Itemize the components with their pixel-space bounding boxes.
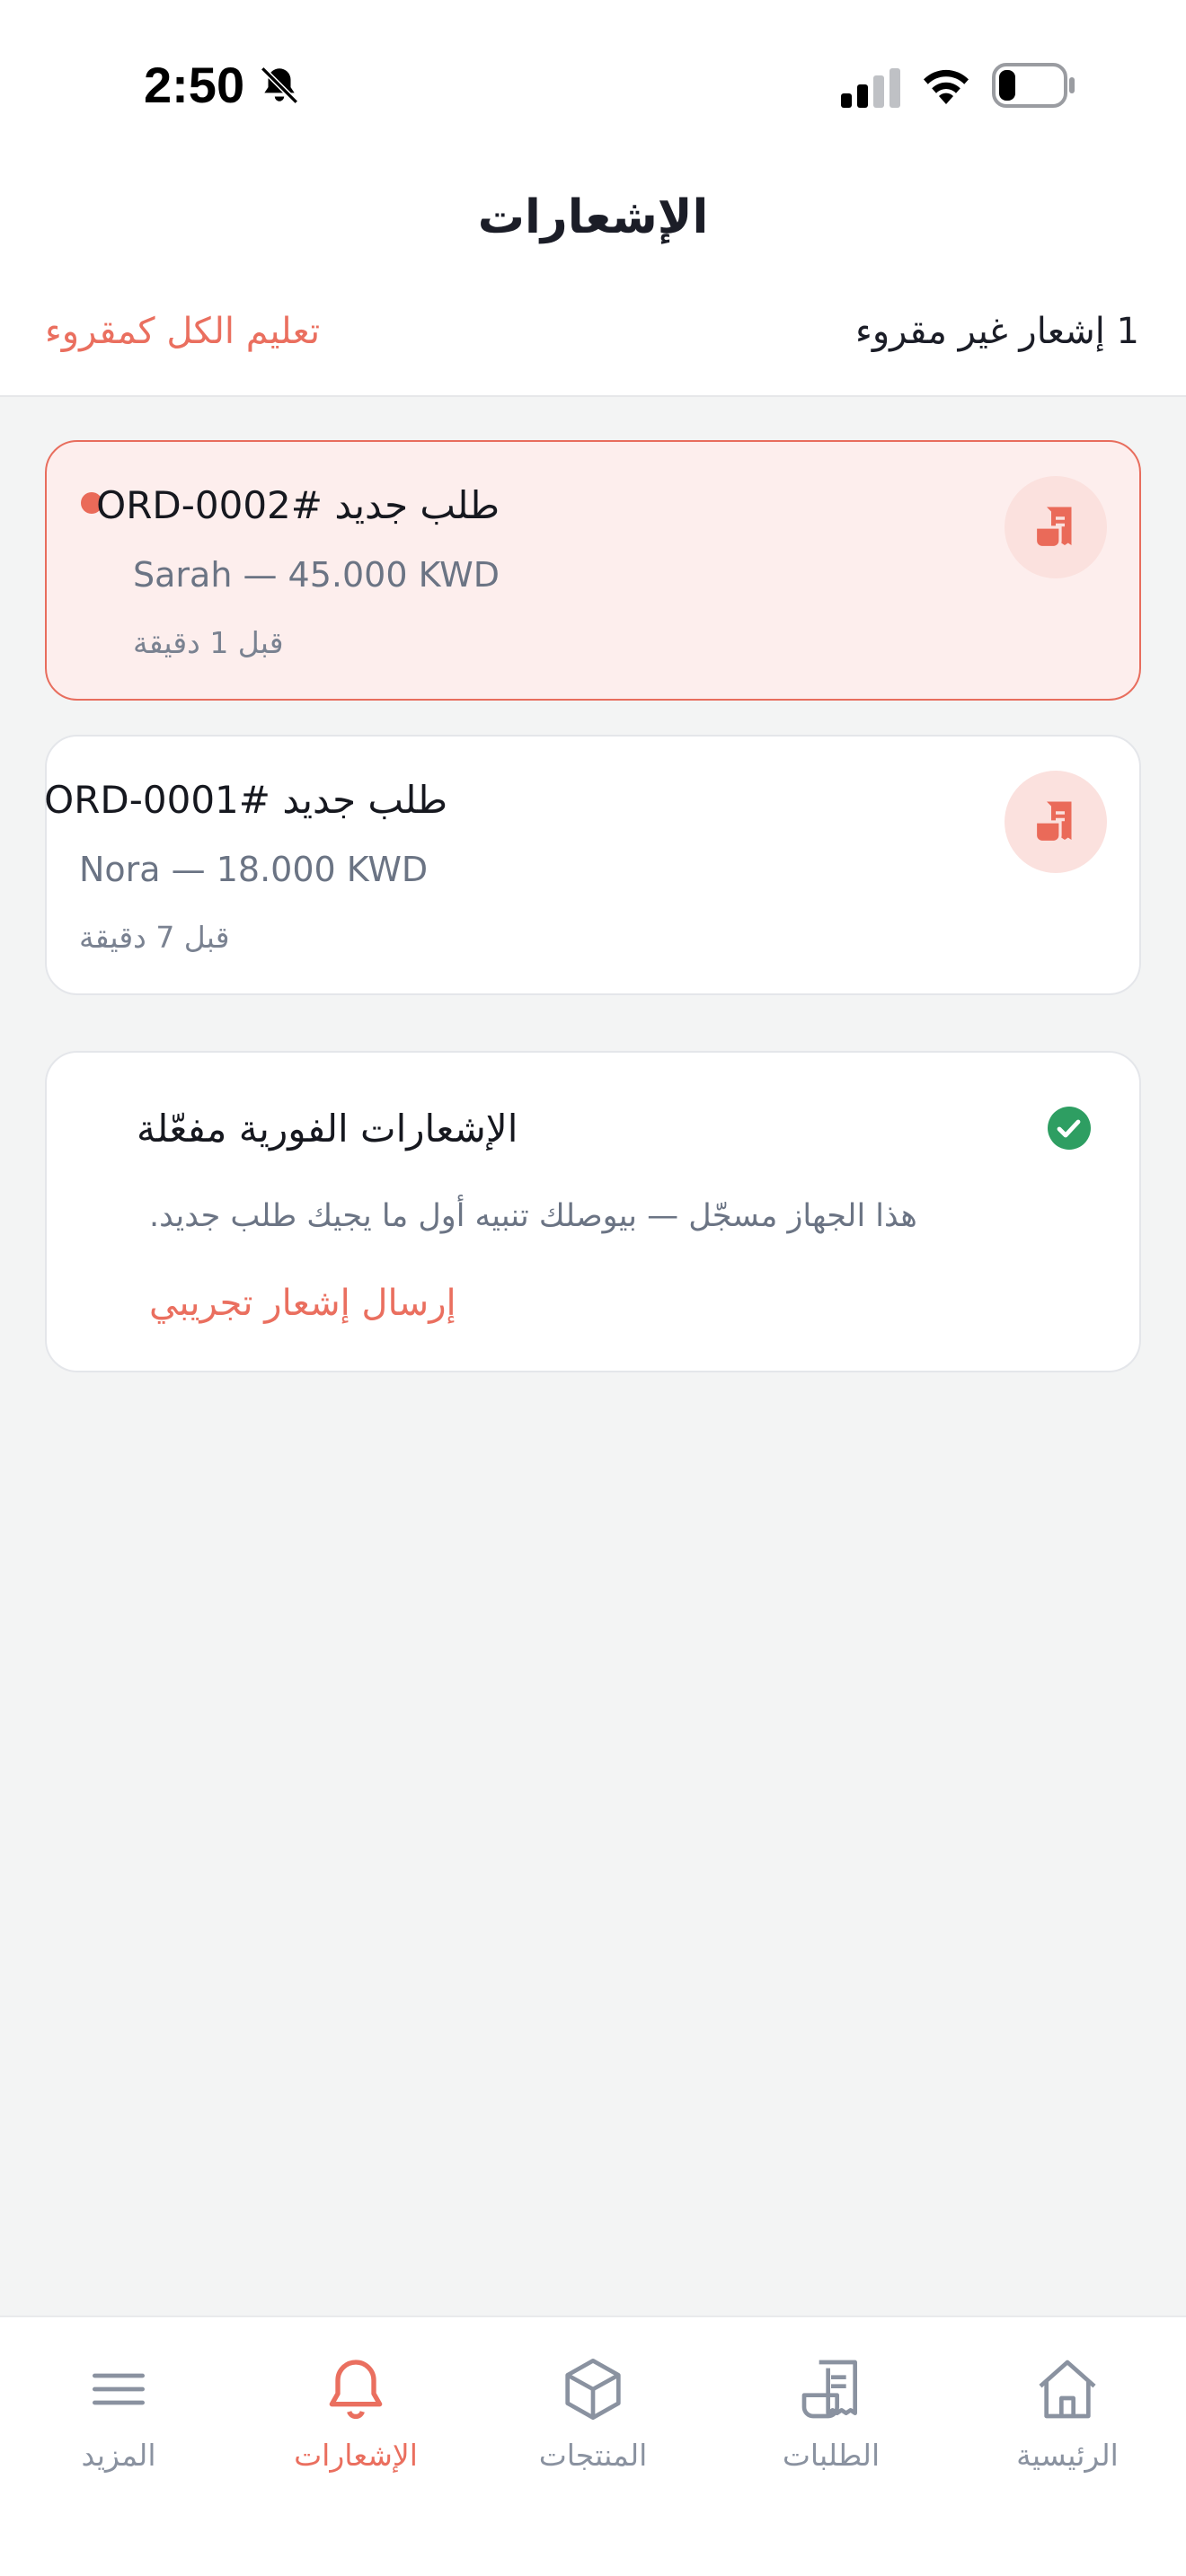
notification-card[interactable]: طلب جديد #ORD-0002 Sarah — 45.000 KWD قب…: [45, 440, 1141, 701]
bell-icon: [329, 2360, 383, 2420]
unread-count: 1 إشعار غير مقروء: [855, 311, 1139, 352]
home-icon: [1039, 2360, 1096, 2419]
bell-slash-icon: [261, 66, 298, 104]
receipt-icon: [1033, 507, 1072, 550]
notification-time: قبل 1 دقيقة: [133, 625, 284, 660]
push-description: هذا الجهاز مسجّل — بيوصلك تنبيه أول ما ي…: [149, 1198, 917, 1234]
wifi-icon: [924, 69, 969, 104]
tab-products[interactable]: المنتجات: [494, 2353, 692, 2488]
header-area: 2:50 الإشعارات 1 إشعار غير مقروء تعليم ا…: [0, 0, 1186, 397]
tab-more[interactable]: المزيد: [20, 2353, 217, 2488]
menu-icon: [93, 2373, 146, 2405]
receipt-icon: [801, 2360, 857, 2419]
tab-label: المزيد: [81, 2438, 156, 2473]
tab-label: الإشعارات: [294, 2438, 418, 2473]
status-time: 2:50: [144, 57, 245, 113]
tab-label: الطلبات: [782, 2438, 881, 2473]
tab-home[interactable]: الرئيسية: [969, 2353, 1166, 2488]
notification-card[interactable]: طلب جديد #ORD-0001 Nora — 18.000 KWD قبل…: [44, 735, 1141, 995]
push-status-card: الإشعارات الفورية مفعّلة هذا الجهاز مسجّ…: [45, 1051, 1141, 1372]
receipt-icon: [1033, 801, 1072, 844]
tab-label: الرئيسية: [1016, 2438, 1119, 2473]
notification-time: قبل 7 دقيقة: [79, 920, 230, 955]
send-test-notification-button[interactable]: إرسال إشعار تجريبي: [149, 1283, 1093, 1324]
notification-subtitle: Nora — 18.000 KWD: [79, 850, 429, 889]
tab-orders[interactable]: الطلبات: [732, 2353, 930, 2488]
notification-subtitle: Sarah — 45.000 KWD: [133, 555, 500, 595]
battery-icon: [992, 63, 1075, 108]
tab-label: المنتجات: [538, 2438, 648, 2473]
notification-icon-circle: [1005, 476, 1107, 578]
notification-icon-circle: [1005, 771, 1107, 873]
page-title: الإشعارات: [477, 190, 709, 244]
push-title: الإشعارات الفورية مفعّلة: [137, 1107, 518, 1151]
box-icon: [565, 2359, 621, 2420]
notification-title: طلب جديد #ORD-0001: [44, 778, 447, 822]
notification-title: طلب جديد #ORD-0002: [96, 483, 500, 527]
check-circle-icon: [1048, 1107, 1091, 1150]
mark-all-read-button[interactable]: تعليم الكل كمقروء: [45, 311, 320, 352]
home-indicator: [413, 2535, 773, 2547]
cellular-signal-icon: [841, 68, 900, 108]
tab-notifications[interactable]: الإشعارات: [257, 2353, 455, 2488]
